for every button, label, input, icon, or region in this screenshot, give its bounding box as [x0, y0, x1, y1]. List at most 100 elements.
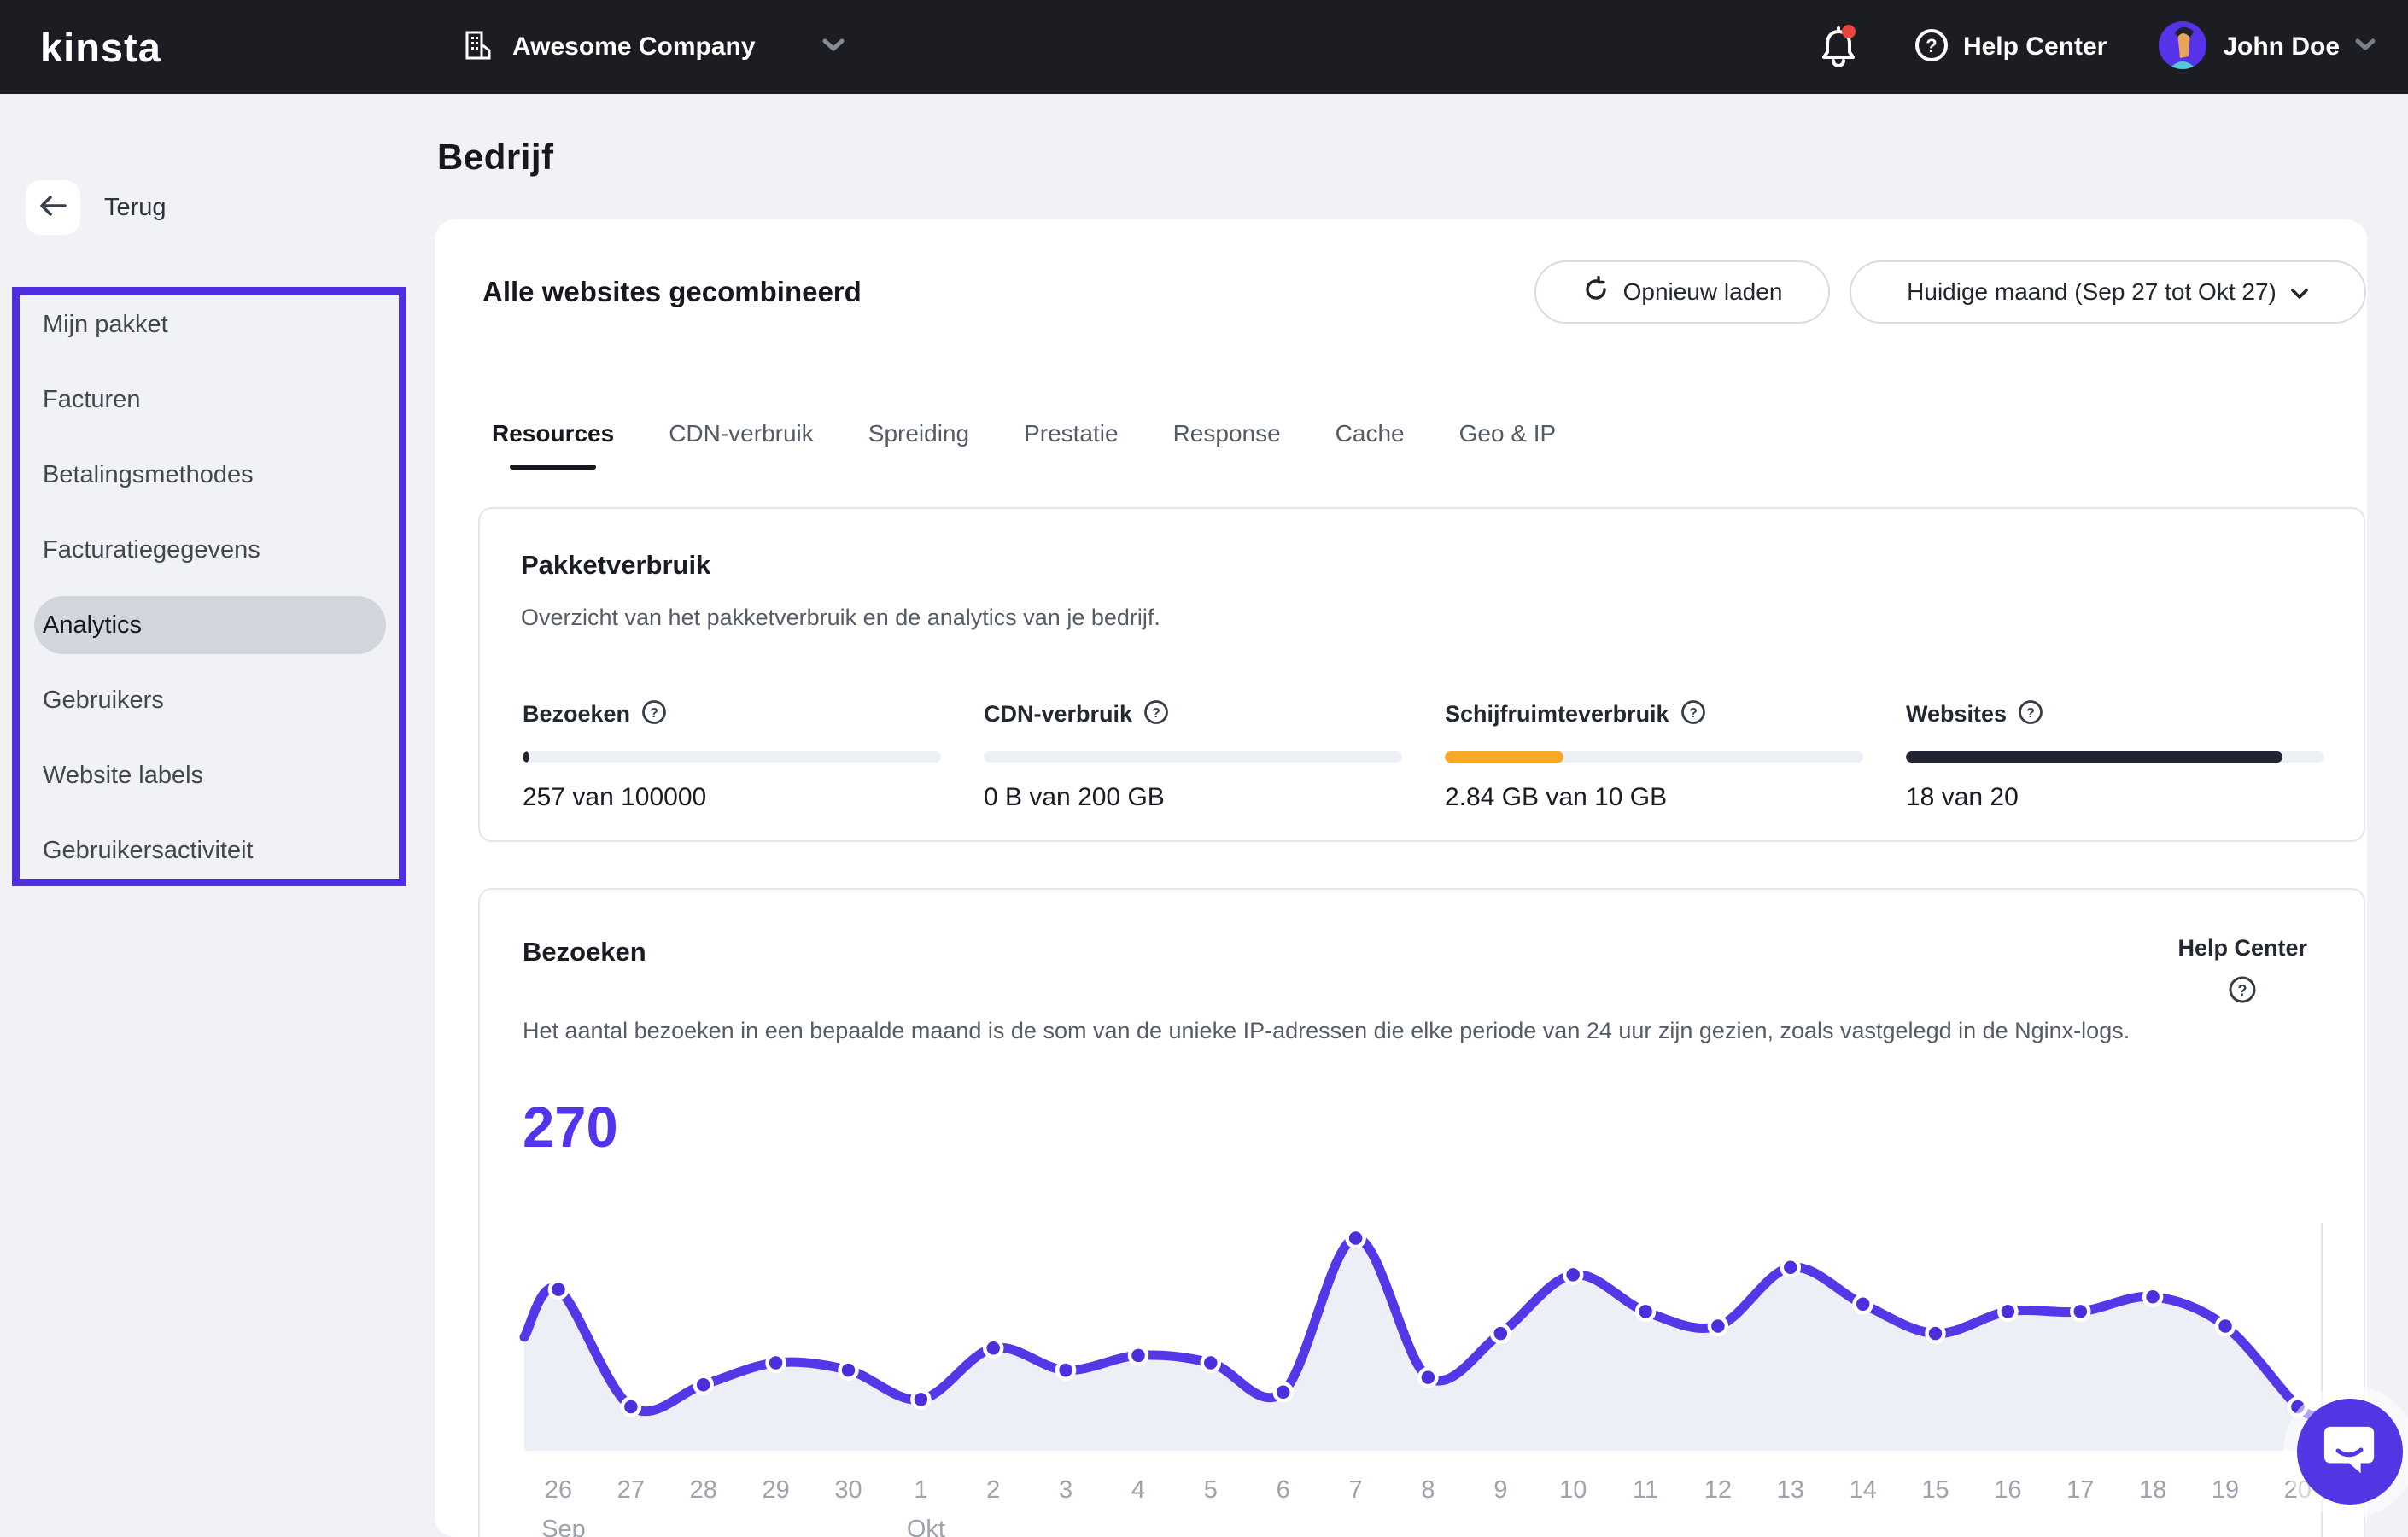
- chart-data-point: [1127, 1345, 1149, 1366]
- chart-data-point: [620, 1396, 642, 1417]
- chart-data-point: [2142, 1286, 2164, 1307]
- tab-response[interactable]: Response: [1173, 420, 1281, 463]
- kinsta-logo[interactable]: kinsta: [40, 0, 161, 94]
- metric-progress-track: [984, 751, 1402, 763]
- chart-x-label: 3: [1059, 1476, 1072, 1504]
- chart-x-label: 1: [914, 1476, 927, 1504]
- sidebar-item-betalingsmethodes[interactable]: Betalingsmethodes: [34, 446, 386, 504]
- sidebar-item-analytics[interactable]: Analytics: [34, 596, 386, 654]
- chart-data-point: [1200, 1352, 1222, 1374]
- reload-label: Opnieuw laden: [1622, 278, 1783, 305]
- help-center-label: Help Center: [1962, 32, 2107, 61]
- visits-total: 270: [523, 1096, 618, 1160]
- visits-help-center[interactable]: Help Center ?: [2177, 935, 2307, 1004]
- metric-label: Websites: [1906, 700, 2008, 727]
- svg-text:?: ?: [2026, 706, 2035, 721]
- metric-value: 18 van 20: [1906, 783, 2019, 811]
- company-selector[interactable]: Awesome Company: [461, 0, 845, 94]
- user-name: John Doe: [2223, 32, 2340, 61]
- chart-data-point: [1634, 1300, 1657, 1323]
- chart-data-point: [547, 1278, 570, 1300]
- user-menu[interactable]: John Doe: [2158, 20, 2376, 74]
- metric-label: Schijfruimteverbruik: [1445, 700, 1669, 727]
- svg-text:?: ?: [1926, 35, 1937, 56]
- chart-data-point: [1345, 1227, 1366, 1249]
- chevron-down-icon: [2290, 278, 2309, 306]
- visits-card: Bezoeken Help Center ? Het aantal bezoek…: [478, 888, 2365, 1537]
- question-circle-icon[interactable]: ?: [641, 699, 667, 729]
- period-select[interactable]: Huidige maand (Sep 27 tot Okt 27): [1850, 260, 2366, 324]
- chat-widget-button[interactable]: [2297, 1399, 2403, 1505]
- company-name: Awesome Company: [512, 32, 756, 61]
- chart-x-label: 14: [1850, 1476, 1877, 1504]
- chart-x-label: 16: [1994, 1476, 2021, 1504]
- question-circle-icon[interactable]: ?: [1143, 699, 1169, 729]
- chart-x-label: 26: [545, 1476, 572, 1504]
- arrow-left-icon: [39, 195, 67, 221]
- usage-card-title: Pakketverbruik: [521, 550, 711, 580]
- sidebar-item-facturatiegegevens[interactable]: Facturatiegegevens: [34, 521, 386, 579]
- sidebar-item-gebruikers[interactable]: Gebruikers: [34, 671, 386, 729]
- help-center-button[interactable]: ? Help Center: [1914, 27, 2107, 67]
- chart-x-label: 4: [1131, 1476, 1145, 1504]
- chevron-down-icon: [822, 38, 845, 56]
- tab-resources[interactable]: Resources: [492, 420, 614, 470]
- chart-data-point: [1272, 1382, 1294, 1403]
- topbar-right: ? Help Center John Doe: [1820, 0, 2376, 94]
- notifications-button[interactable]: [1820, 25, 1857, 69]
- chart-data-point: [910, 1388, 932, 1411]
- chart-x-label: 17: [2066, 1476, 2094, 1504]
- back-label: Terug: [104, 193, 167, 221]
- back-row: Terug: [26, 180, 167, 235]
- question-circle-icon[interactable]: ?: [2018, 699, 2043, 729]
- tab-geo-ip[interactable]: Geo & IP: [1459, 420, 1557, 463]
- chart-x-label: 8: [1421, 1476, 1435, 1504]
- question-circle-icon: ?: [1914, 27, 1949, 67]
- chart-x-label: 19: [2212, 1476, 2239, 1504]
- chart-data-point: [982, 1337, 1004, 1359]
- chat-bubble-icon: [2323, 1422, 2377, 1482]
- visits-help-label: Help Center: [2177, 935, 2307, 961]
- chart-x-label: 11: [1633, 1476, 1658, 1504]
- usage-metrics: Bezoeken? 257 van 100000 CDN-verbruik? 0 B …: [523, 698, 2367, 812]
- metric-cdn-verbruik: CDN-verbruik? 0 B van 200 GB: [984, 698, 1445, 812]
- chart-x-label: 28: [690, 1476, 717, 1504]
- sidebar-item-gebruikersactiviteit[interactable]: Gebruikersactiviteit: [34, 821, 386, 880]
- tab-prestatie[interactable]: Prestatie: [1024, 420, 1119, 463]
- sidebar-item-website-labels[interactable]: Website labels: [34, 746, 386, 804]
- top-bar: kinsta Awesome Company ? Help Center Joh…: [0, 0, 2408, 94]
- chart-data-point: [2070, 1300, 2091, 1323]
- kinsta-dashboard: kinsta Awesome Company ? Help Center Joh…: [0, 0, 2408, 1537]
- chevron-down-icon: [2355, 38, 2376, 56]
- chart-x-label: 13: [1777, 1476, 1804, 1504]
- chart-data-point: [1707, 1315, 1729, 1337]
- chart-data-point: [1852, 1294, 1873, 1315]
- sidebar-item-facturen[interactable]: Facturen: [34, 371, 386, 429]
- metric-websites: Websites? 18 van 20: [1906, 698, 2367, 812]
- chart-data-point: [1780, 1257, 1802, 1278]
- tab-spreiding[interactable]: Spreiding: [868, 420, 969, 463]
- chart-x-label: 18: [2139, 1476, 2166, 1504]
- section-heading: Alle websites gecombineerd: [482, 276, 862, 307]
- chart-data-point: [1055, 1359, 1077, 1381]
- notification-dot: [1841, 25, 1856, 38]
- tab-cdn-verbruik[interactable]: CDN-verbruik: [669, 420, 814, 463]
- chart-data-point: [2287, 1396, 2309, 1417]
- tab-cache[interactable]: Cache: [1336, 420, 1405, 463]
- chart-month-label: Sep: [541, 1516, 586, 1537]
- main-card: Alle websites gecombineerd Opnieuw laden…: [435, 219, 2367, 1537]
- metric-progress-track: [1906, 751, 2324, 763]
- chart-x-label: 29: [762, 1476, 789, 1504]
- sidebar-item-mijn-pakket[interactable]: Mijn pakket: [34, 295, 386, 354]
- reload-button[interactable]: Opnieuw laden: [1534, 260, 1830, 324]
- chart-area-fill: [524, 1237, 2322, 1451]
- chart-data-point: [693, 1374, 714, 1395]
- metric-value: 0 B van 200 GB: [984, 783, 1165, 811]
- avatar: [2158, 20, 2207, 74]
- sidebar-menu: Mijn pakket Facturen Betalingsmethodes Fact…: [34, 295, 386, 880]
- chart-data-point: [838, 1359, 859, 1381]
- question-circle-icon[interactable]: ?: [1680, 699, 1706, 729]
- metric-label: CDN-verbruik: [984, 700, 1133, 727]
- back-button[interactable]: [26, 180, 80, 235]
- chart-x-label: 9: [1493, 1476, 1507, 1504]
